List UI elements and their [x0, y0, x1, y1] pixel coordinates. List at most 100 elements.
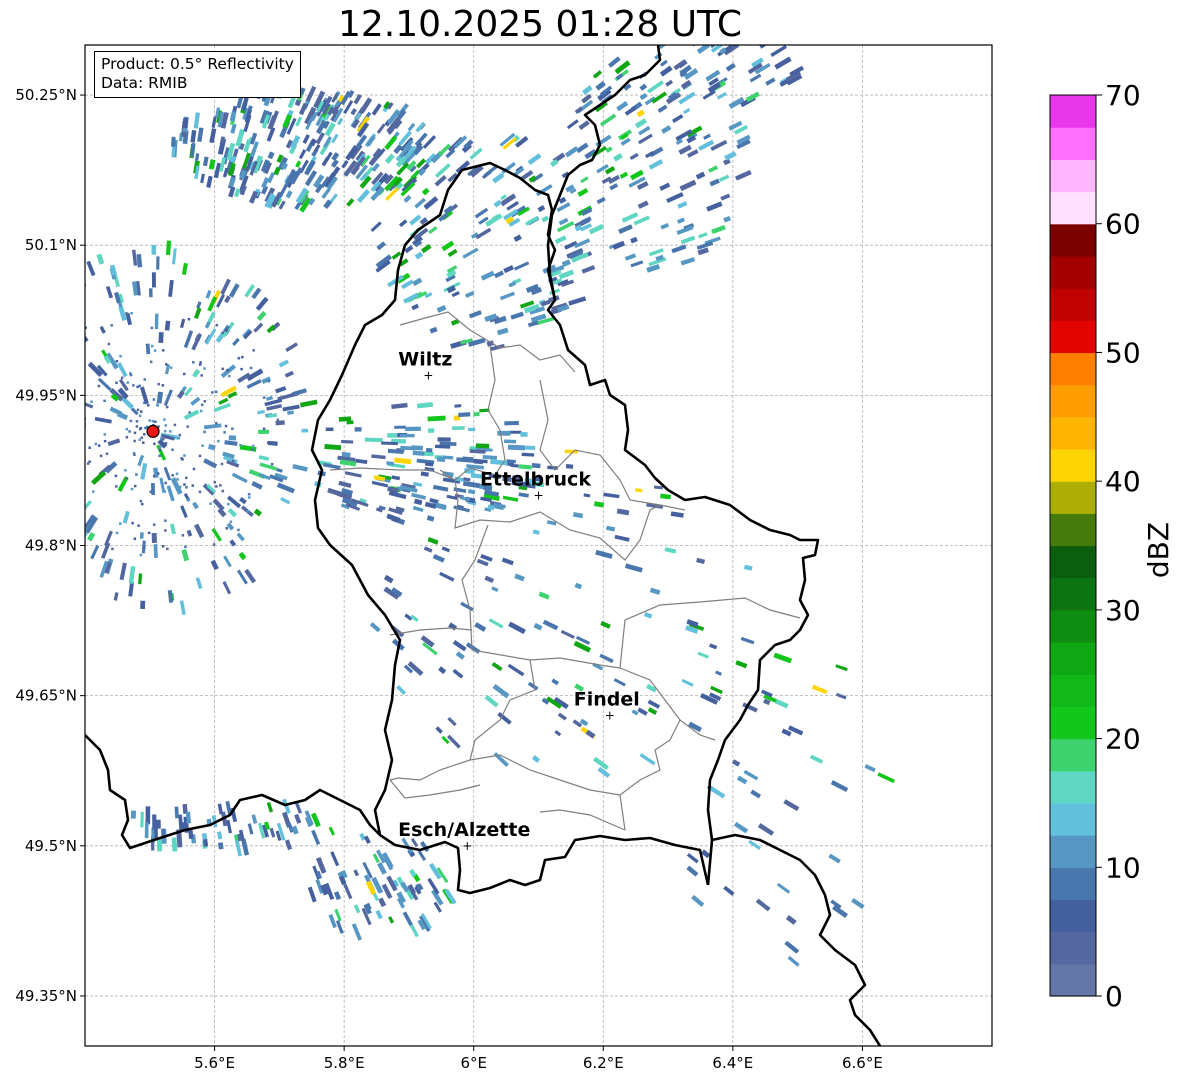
- lat-tick-label: 49.95°N: [15, 386, 77, 404]
- echo-cell: [228, 374, 231, 378]
- echo-cell: [237, 528, 240, 532]
- colorbar-swatch: [1050, 448, 1096, 482]
- echo-cell: [191, 484, 195, 487]
- echo-cell: [37, 420, 47, 424]
- echo-cell: [702, 26, 716, 37]
- colorbar: 0 10 20 30 40 50 60 70 dBZ: [1049, 79, 1175, 1013]
- echo-cell: [158, 445, 162, 449]
- echo-cell: [183, 372, 186, 376]
- echo-cell: [23, 426, 26, 429]
- echo-cell: [140, 811, 144, 828]
- echo-cell: [66, 461, 78, 470]
- echo-cell: [125, 312, 128, 315]
- echo-cell: [171, 837, 178, 852]
- echo-cell: [217, 439, 220, 443]
- echo-cell: [175, 472, 179, 476]
- echo-cell: [152, 523, 156, 526]
- echo-cell: [139, 426, 143, 430]
- echo-cell: [163, 429, 167, 433]
- echo-cell: [412, 450, 425, 456]
- echo-cell: [163, 490, 167, 493]
- colorbar-tick-label: 20: [1105, 723, 1141, 756]
- echo-cell: [178, 485, 182, 489]
- echo-cell: [120, 376, 124, 380]
- echo-cell: [341, 439, 354, 444]
- colorbar-swatch: [1050, 481, 1096, 514]
- echo-cell: [147, 531, 151, 535]
- echo-cell: [68, 382, 71, 385]
- echo-cell: [145, 806, 151, 825]
- echo-cell: [198, 490, 202, 494]
- echo-cell: [199, 361, 202, 364]
- echo-cell: [276, 418, 280, 422]
- city-marker[interactable]: +: [462, 839, 472, 853]
- echo-cell: [153, 442, 156, 446]
- echo-cell: [198, 363, 202, 366]
- echo-cell: [364, 437, 383, 443]
- colorbar-swatch: [1050, 384, 1096, 418]
- echo-cell: [140, 436, 144, 440]
- colorbar-swatch: [1050, 899, 1096, 933]
- echo-cell: [223, 431, 226, 434]
- city-marker[interactable]: +: [533, 488, 543, 502]
- echo-cell: [186, 425, 189, 428]
- city-marker[interactable]: +: [605, 709, 615, 723]
- echo-cell: [225, 526, 229, 530]
- radar-site-marker[interactable]: [146, 424, 160, 438]
- echo-cell: [427, 428, 435, 433]
- echo-cell: [81, 509, 84, 512]
- latitude-ticks: 50.25°N 50.1°N 49.95°N 49.8°N 49.65°N 49.5°N 4…: [15, 86, 85, 1005]
- echo-cell: [174, 806, 179, 819]
- echo-cell: [227, 502, 230, 506]
- echo-cell: [213, 481, 217, 484]
- echo-cell: [169, 366, 173, 369]
- echo-cell: [164, 519, 167, 522]
- echo-cell: [144, 426, 147, 430]
- echo-cell: [220, 462, 224, 466]
- echo-cell: [521, 452, 535, 457]
- echo-cell: [139, 499, 143, 503]
- city-marker[interactable]: +: [423, 368, 433, 382]
- echo-cell: [72, 517, 83, 529]
- echo-cell: [150, 326, 154, 330]
- echo-cell: [186, 498, 189, 501]
- echo-cell: [232, 459, 235, 463]
- echo-cell: [34, 406, 37, 409]
- echo-cell: [37, 423, 53, 427]
- colorbar-tick-label: 60: [1105, 208, 1141, 241]
- echo-cell: [154, 313, 159, 330]
- echo-cell: [151, 533, 157, 544]
- echo-cell: [38, 354, 48, 362]
- echo-cell: [58, 283, 66, 293]
- echo-cell: [47, 447, 57, 452]
- echo-cell: [142, 441, 145, 444]
- echo-cell: [266, 441, 270, 444]
- echo-cell: [16, 421, 26, 425]
- echo-cell: [203, 399, 207, 403]
- echo-cell: [156, 472, 160, 475]
- echo-cell: [215, 323, 219, 327]
- echo-cell: [37, 312, 46, 322]
- echo-cell: [341, 451, 351, 458]
- echo-cell: [247, 493, 251, 496]
- echo-cell: [249, 366, 253, 370]
- echo-cell: [164, 442, 168, 445]
- echo-cell: [188, 411, 191, 414]
- colorbar-tick-label: 10: [1105, 851, 1141, 884]
- echo-cell: [262, 396, 266, 399]
- echo-cell: [181, 458, 184, 461]
- echo-cell: [125, 435, 129, 439]
- echo-cell: [65, 302, 78, 317]
- echo-cell: [88, 446, 91, 450]
- echo-cell: [171, 474, 174, 477]
- city-label: Findel: [574, 689, 640, 711]
- echo-cell: [405, 426, 421, 432]
- echo-cell: [19, 508, 32, 519]
- echo-cell: [156, 256, 160, 270]
- echo-cell: [192, 361, 195, 364]
- colorbar-tick-label: 70: [1105, 79, 1141, 112]
- echo-cell: [115, 381, 118, 385]
- echo-cell: [50, 450, 58, 457]
- echo-cell: [214, 390, 218, 394]
- colorbar-swatch: [1050, 770, 1096, 804]
